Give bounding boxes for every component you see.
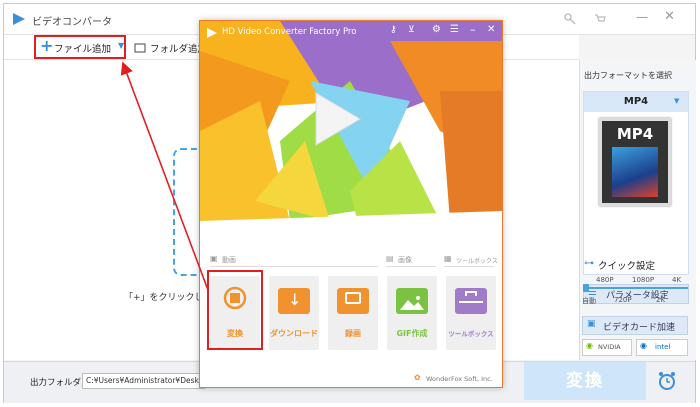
annotation-arrow (120, 61, 209, 291)
